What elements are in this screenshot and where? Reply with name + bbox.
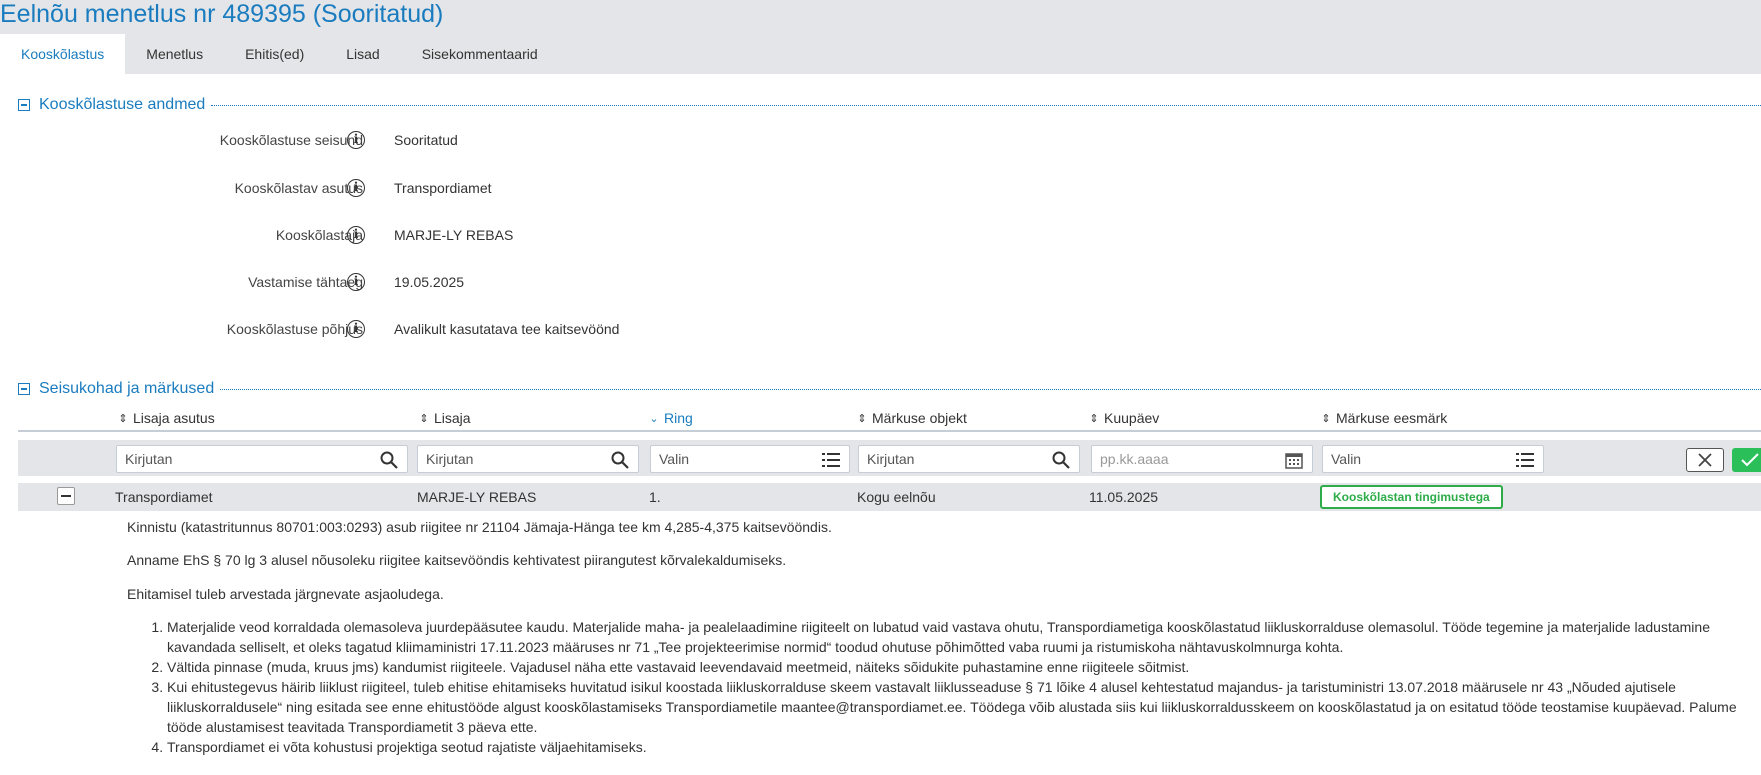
adder-filter [417, 445, 639, 473]
check-icon [1741, 453, 1759, 467]
column-label: Lisaja [434, 410, 471, 426]
condition-item: Transpordiamet ei võta kohustusi projekt… [167, 737, 1761, 757]
list-icon[interactable] [821, 450, 841, 470]
clear-filters-button[interactable] [1686, 448, 1724, 472]
field-reason: Kooskõlastuse põhjus i Avalikult kasutat… [0, 318, 900, 340]
header-divider [18, 430, 1761, 432]
detail-paragraph: Ehitamisel tuleb arvestada järgnevate as… [127, 586, 444, 602]
adder-filter-input[interactable] [418, 446, 638, 472]
round-filter-select[interactable] [651, 446, 849, 472]
collapse-approval-button[interactable] [18, 99, 30, 111]
search-icon[interactable] [610, 450, 630, 470]
column-label: Ring [664, 410, 693, 426]
field-label: Kooskõlastav asutus [234, 180, 363, 196]
field-approver: Kooskõlastaja i MARJE-LY REBAS [0, 224, 900, 246]
tab-sisekommentaarid[interactable]: Sisekommentaarid [401, 34, 559, 74]
condition-item: Kui ehitustegevus häirib liiklust riigit… [167, 677, 1761, 737]
search-icon[interactable] [1051, 450, 1071, 470]
info-icon[interactable]: i [347, 179, 365, 197]
info-icon[interactable]: i [347, 226, 365, 244]
status-badge: Kooskõlastan tingimustega [1320, 485, 1503, 509]
tab-ehitised[interactable]: Ehitis(ed) [224, 34, 325, 74]
cell-agency: Transpordiamet [115, 489, 213, 505]
column-header-round[interactable]: ⌄ Ring [648, 410, 693, 426]
section-divider [211, 104, 1761, 106]
column-label: Kuupäev [1104, 410, 1160, 426]
field-label: Vastamise tähtaeg [248, 274, 363, 290]
page-title: Eelnõu menetlus nr 489395 (Sooritatud) [0, 0, 444, 28]
purpose-filter-select[interactable] [1323, 446, 1543, 472]
apply-filters-button[interactable] [1732, 448, 1761, 472]
condition-item: Vältida pinnase (muda, kruus jms) kandum… [167, 657, 1761, 677]
field-value: Sooritatud [394, 132, 458, 148]
column-header-purpose[interactable]: ⇕ Märkuse eesmärk [1320, 410, 1447, 426]
chevron-down-icon: ⌄ [649, 412, 659, 425]
header-bar: Eelnõu menetlus nr 489395 (Sooritatud) K… [0, 0, 1761, 74]
agency-filter [116, 445, 408, 473]
search-icon[interactable] [379, 450, 399, 470]
date-filter-input[interactable] [1092, 446, 1312, 472]
detail-paragraph: Kinnistu (katastritunnus 80701:003:0293)… [127, 519, 832, 535]
column-header-agency[interactable]: ⇕ Lisaja asutus [117, 410, 215, 426]
collapse-row-button[interactable] [57, 487, 75, 505]
cell-object: Kogu eelnõu [857, 489, 936, 505]
condition-item: Materjalide veod korraldada olemasoleva … [167, 617, 1761, 657]
sort-icon: ⇕ [1089, 412, 1099, 425]
date-filter [1091, 445, 1313, 473]
column-label: Märkuse eesmärk [1336, 410, 1448, 426]
sort-icon: ⇕ [1321, 412, 1331, 425]
sort-icon: ⇕ [419, 412, 429, 425]
column-label: Lisaja asutus [133, 410, 215, 426]
field-value: 19.05.2025 [394, 274, 465, 290]
object-filter [858, 445, 1080, 473]
cell-round: 1. [649, 489, 661, 505]
list-icon[interactable] [1515, 450, 1535, 470]
field-status: Kooskõlastuse seisund i Sooritatud [0, 129, 900, 151]
column-header-object[interactable]: ⇕ Märkuse objekt [856, 410, 967, 426]
sort-icon: ⇕ [118, 412, 128, 425]
close-icon [1698, 453, 1712, 467]
field-agency: Kooskõlastav asutus i Transpordiamet [0, 177, 900, 199]
calendar-icon[interactable] [1284, 450, 1304, 470]
tab-bar: Kooskõlastus Menetlus Ehitis(ed) Lisad S… [0, 34, 559, 74]
field-value: MARJE-LY REBAS [394, 227, 514, 243]
approval-section-title: Kooskõlastuse andmed [39, 96, 206, 113]
object-filter-input[interactable] [859, 446, 1079, 472]
field-value: Transpordiamet [394, 180, 492, 196]
field-deadline: Vastamise tähtaeg i 19.05.2025 [0, 271, 900, 293]
field-label: Kooskõlastuse seisund [219, 132, 363, 148]
sort-icon: ⇕ [857, 412, 867, 425]
remarks-section-title: Seisukohad ja märkused [39, 380, 215, 397]
info-icon[interactable]: i [347, 273, 365, 291]
info-icon[interactable]: i [347, 131, 365, 149]
tab-lisad[interactable]: Lisad [325, 34, 400, 74]
field-value: Avalikult kasutatava tee kaitsevöönd [394, 321, 620, 337]
detail-paragraph: Anname EhS § 70 lg 3 alusel nõusoleku ri… [127, 552, 787, 568]
round-filter [650, 445, 850, 473]
info-icon[interactable]: i [347, 320, 365, 338]
collapse-remarks-button[interactable] [18, 383, 30, 395]
cell-date: 11.05.2025 [1089, 489, 1159, 505]
tab-menetlus[interactable]: Menetlus [125, 34, 224, 74]
column-header-adder[interactable]: ⇕ Lisaja [418, 410, 471, 426]
cell-adder: MARJE-LY REBAS [417, 489, 537, 505]
purpose-filter [1322, 445, 1544, 473]
approval-section-header: Kooskõlastuse andmed [18, 96, 1761, 114]
agency-filter-input[interactable] [117, 446, 407, 472]
column-label: Märkuse objekt [872, 410, 967, 426]
column-header-date[interactable]: ⇕ Kuupäev [1088, 410, 1159, 426]
field-label: Kooskõlastuse põhjus [226, 321, 363, 337]
section-divider [220, 388, 1761, 390]
conditions-list: Materjalide veod korraldada olemasoleva … [127, 617, 1761, 757]
remarks-section-header: Seisukohad ja märkused [18, 380, 1761, 398]
tab-kooskolastus[interactable]: Kooskõlastus [0, 34, 126, 74]
